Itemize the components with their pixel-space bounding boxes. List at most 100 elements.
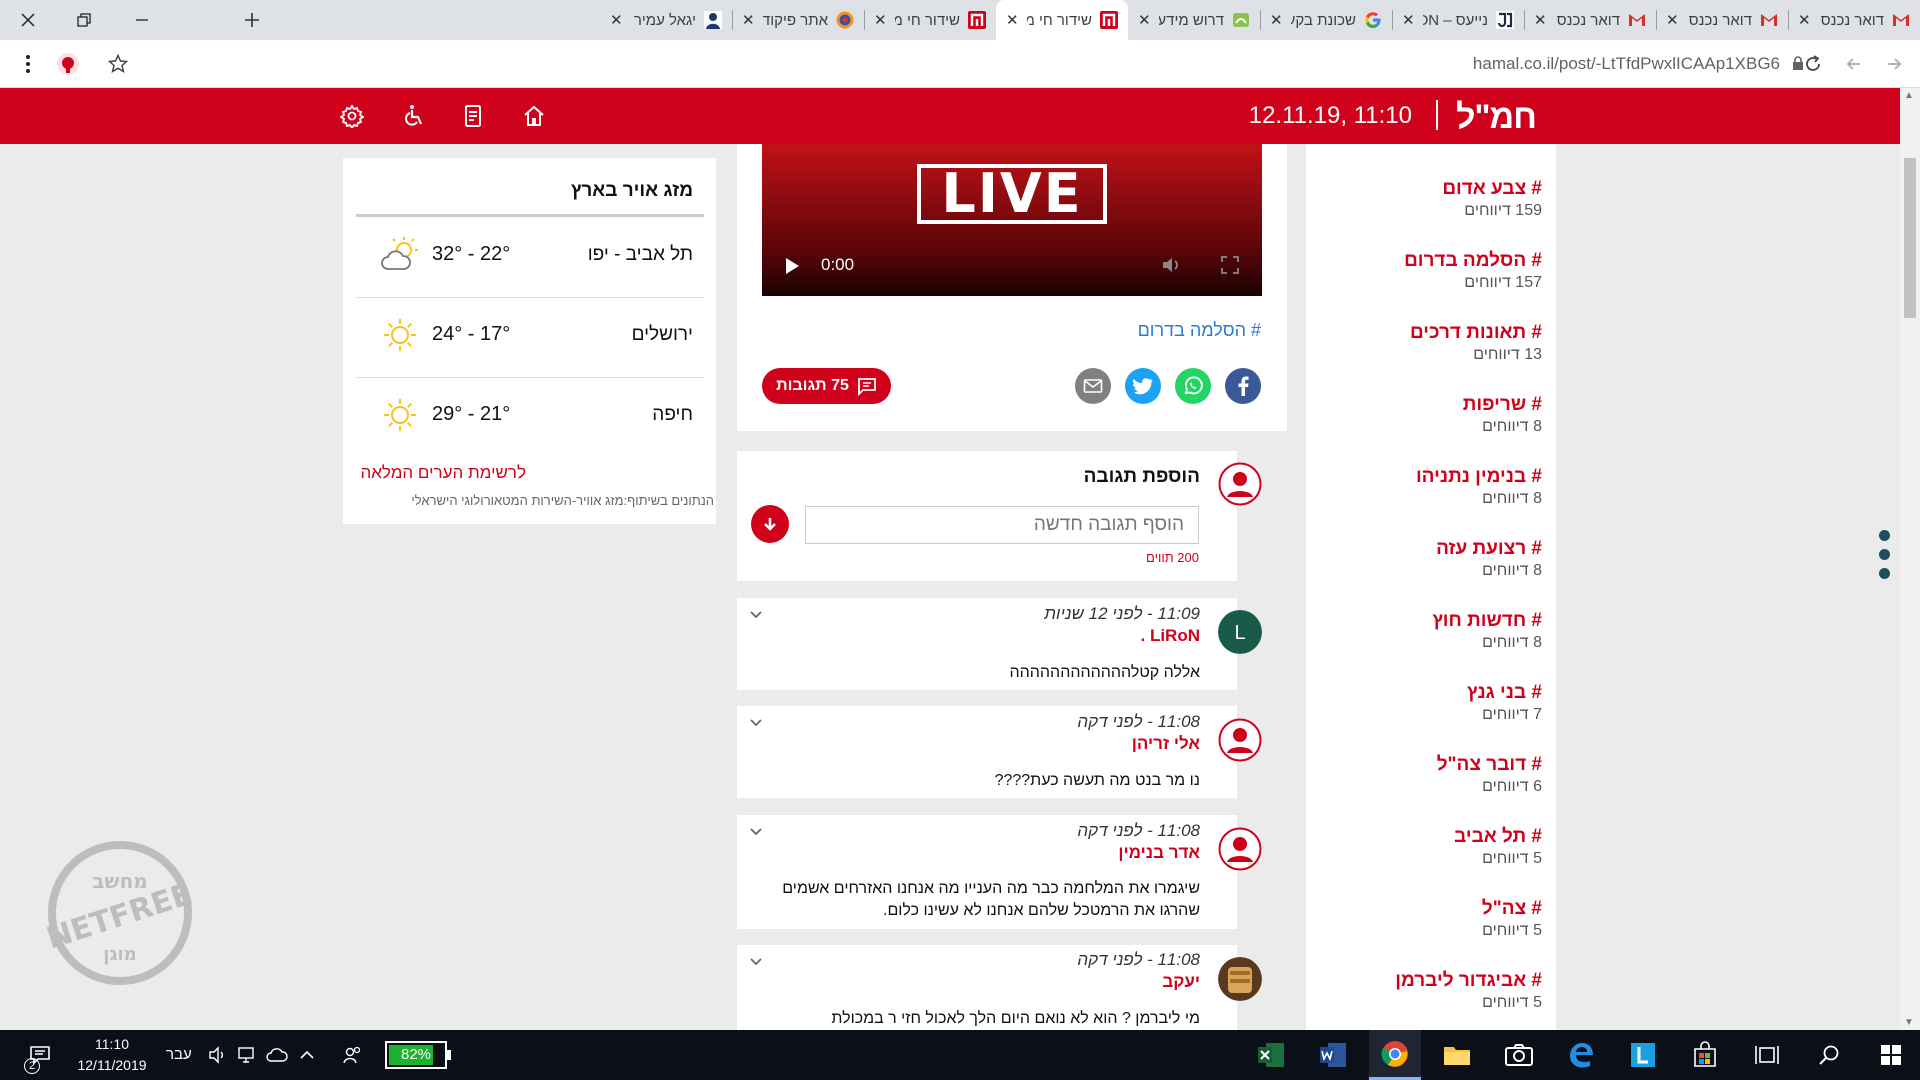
browser-tab[interactable]: ✕ שידור חי מה [864, 0, 996, 40]
action-center-button[interactable]: 2 [20, 1030, 60, 1080]
close-tab-icon[interactable]: ✕ [1006, 11, 1019, 29]
play-icon[interactable] [786, 258, 799, 274]
close-window-button[interactable] [0, 0, 56, 40]
browser-tab[interactable]: ✕ שכונת בקעה [1260, 0, 1392, 40]
new-tab-button[interactable] [232, 6, 272, 34]
close-tab-icon[interactable]: ✕ [610, 11, 623, 29]
full-cities-link[interactable]: לרשימת הערים המלאה [360, 463, 526, 483]
tag-name[interactable]: # צבע אדום [1442, 178, 1542, 200]
tag-item[interactable]: # שריפות 8 דיווחים [1463, 394, 1542, 436]
tag-name[interactable]: # תאונות דרכים [1410, 322, 1542, 344]
cloud-tray-button[interactable] [264, 1030, 290, 1080]
chevron-down-icon[interactable] [749, 610, 763, 620]
tag-item[interactable]: # אביגדור ליברמן 5 דיווחים [1395, 970, 1542, 1012]
scroll-up-arrow[interactable]: ▲ [1904, 90, 1914, 101]
close-tab-icon[interactable]: ✕ [1402, 11, 1415, 29]
chevron-down-icon[interactable] [749, 718, 763, 728]
volume-tray-button[interactable] [205, 1030, 231, 1080]
browser-tab[interactable]: ✕ דואר נכנס [1788, 0, 1920, 40]
taskbar-lync[interactable] [1617, 1030, 1669, 1080]
close-tab-icon[interactable]: ✕ [1534, 11, 1547, 29]
profile-button[interactable] [52, 48, 84, 80]
tag-item[interactable]: # דובר צה"ל 6 דיווחים [1437, 754, 1542, 796]
share-twitter-button[interactable] [1125, 368, 1161, 404]
tag-name[interactable]: # תל אביב [1454, 826, 1542, 848]
browser-tab[interactable]: ✕ אתר פיקוד ה [732, 0, 864, 40]
restore-window-button[interactable] [56, 0, 112, 40]
bookmark-star-button[interactable] [102, 48, 134, 80]
tag-item[interactable]: # בני גנץ 7 דיווחים [1467, 682, 1542, 724]
tag-name[interactable]: # דובר צה"ל [1437, 754, 1542, 776]
browser-tab[interactable]: ✕ דרוש מידע - [1128, 0, 1260, 40]
tag-item[interactable]: # הסלמה בדרום 157 דיווחים [1404, 250, 1542, 292]
people-button[interactable] [338, 1030, 368, 1080]
taskbar-camera[interactable] [1493, 1030, 1545, 1080]
scrollbar-thumb[interactable] [1904, 158, 1916, 318]
start-button[interactable] [1865, 1030, 1917, 1080]
show-hidden-icons-button[interactable] [294, 1030, 320, 1080]
search-button[interactable] [1803, 1030, 1855, 1080]
share-facebook-button[interactable] [1225, 368, 1261, 404]
close-tab-icon[interactable]: ✕ [1666, 11, 1679, 29]
tag-item[interactable]: # רצועת עזה 8 דיווחים [1436, 538, 1542, 580]
close-tab-icon[interactable]: ✕ [874, 11, 887, 29]
network-tray-button[interactable] [234, 1030, 262, 1080]
taskbar-clock[interactable]: 11:10 12/11/2019 [72, 1034, 152, 1076]
taskbar-excel[interactable] [1245, 1030, 1297, 1080]
back-button[interactable] [1878, 48, 1910, 80]
side-dots-menu[interactable] [1879, 530, 1893, 586]
browser-tab[interactable]: ✕ נייעס – JDN [1392, 0, 1524, 40]
browser-tab[interactable]: ✕ יגאל עמיר – [600, 0, 732, 40]
tag-name[interactable]: # הסלמה בדרום [1404, 250, 1542, 272]
browser-menu-button[interactable] [12, 48, 44, 80]
tag-item[interactable]: # חדשות חוץ 8 דיווחים [1432, 610, 1542, 652]
tag-name[interactable]: # בני גנץ [1467, 682, 1542, 704]
site-logo[interactable]: חמ"ל [1456, 98, 1537, 137]
new-comment-input[interactable] [805, 506, 1199, 544]
article-hashtag-link[interactable]: # הסלמה בדרום [1138, 320, 1261, 341]
settings-button[interactable] [338, 102, 366, 130]
tag-name[interactable]: # אביגדור ליברמן [1395, 970, 1542, 992]
battery-indicator[interactable]: 82% [385, 1041, 451, 1069]
browser-tab[interactable]: ✕ דואר נכנס - [1524, 0, 1656, 40]
tag-item[interactable]: # צבע אדום 159 דיווחים [1442, 178, 1542, 220]
forward-button[interactable] [1838, 48, 1870, 80]
minimize-window-button[interactable] [114, 0, 170, 40]
browser-tab[interactable]: ✕ דואר נכנס - [1656, 0, 1788, 40]
tag-item[interactable]: # בנימין נתניהו 8 דיווחים [1416, 466, 1542, 508]
home-button[interactable] [520, 102, 548, 130]
page-scrollbar[interactable]: ▲ ▼ [1900, 88, 1920, 1030]
fullscreen-icon[interactable] [1220, 255, 1240, 275]
tag-item[interactable]: # צה"ל 5 דיווחים [1482, 898, 1542, 940]
input-language[interactable]: עבר [166, 1046, 192, 1063]
close-tab-icon[interactable]: ✕ [1270, 11, 1283, 29]
taskbar-chrome[interactable] [1369, 1030, 1421, 1080]
address-bar[interactable]: hamal.co.il/post/-LtTfdPwxlICAAp1XBG6 [1473, 50, 1780, 78]
taskbar-edge[interactable] [1555, 1030, 1607, 1080]
task-view-button[interactable] [1741, 1030, 1793, 1080]
share-email-button[interactable] [1075, 368, 1111, 404]
submit-comment-button[interactable] [751, 505, 789, 543]
taskbar-word[interactable] [1307, 1030, 1359, 1080]
scroll-down-arrow[interactable]: ▼ [1904, 1017, 1914, 1028]
browser-tab[interactable]: ✕ שידור חי מה [996, 0, 1128, 40]
newspaper-button[interactable] [459, 102, 487, 130]
share-whatsapp-button[interactable] [1175, 368, 1211, 404]
chevron-down-icon[interactable] [749, 827, 763, 837]
comments-count-button[interactable]: 75 תגובות [762, 368, 891, 404]
tag-item[interactable]: # תל אביב 5 דיווחים [1454, 826, 1542, 868]
tag-name[interactable]: # בנימין נתניהו [1416, 466, 1542, 488]
tag-name[interactable]: # צה"ל [1482, 898, 1542, 920]
tag-name[interactable]: # רצועת עזה [1436, 538, 1542, 560]
tag-item[interactable]: # תאונות דרכים 13 דיווחים [1410, 322, 1542, 364]
chevron-down-icon[interactable] [749, 957, 763, 967]
live-video-player[interactable]: LIVE 0:00 [762, 144, 1262, 296]
tag-name[interactable]: # שריפות [1463, 394, 1542, 416]
tag-name[interactable]: # חדשות חוץ [1432, 610, 1542, 632]
accessibility-button[interactable] [400, 102, 428, 130]
taskbar-store[interactable] [1679, 1030, 1731, 1080]
close-tab-icon[interactable]: ✕ [1138, 11, 1151, 29]
close-tab-icon[interactable]: ✕ [1798, 11, 1811, 29]
volume-icon[interactable] [1160, 254, 1182, 276]
taskbar-file-explorer[interactable] [1431, 1030, 1483, 1080]
